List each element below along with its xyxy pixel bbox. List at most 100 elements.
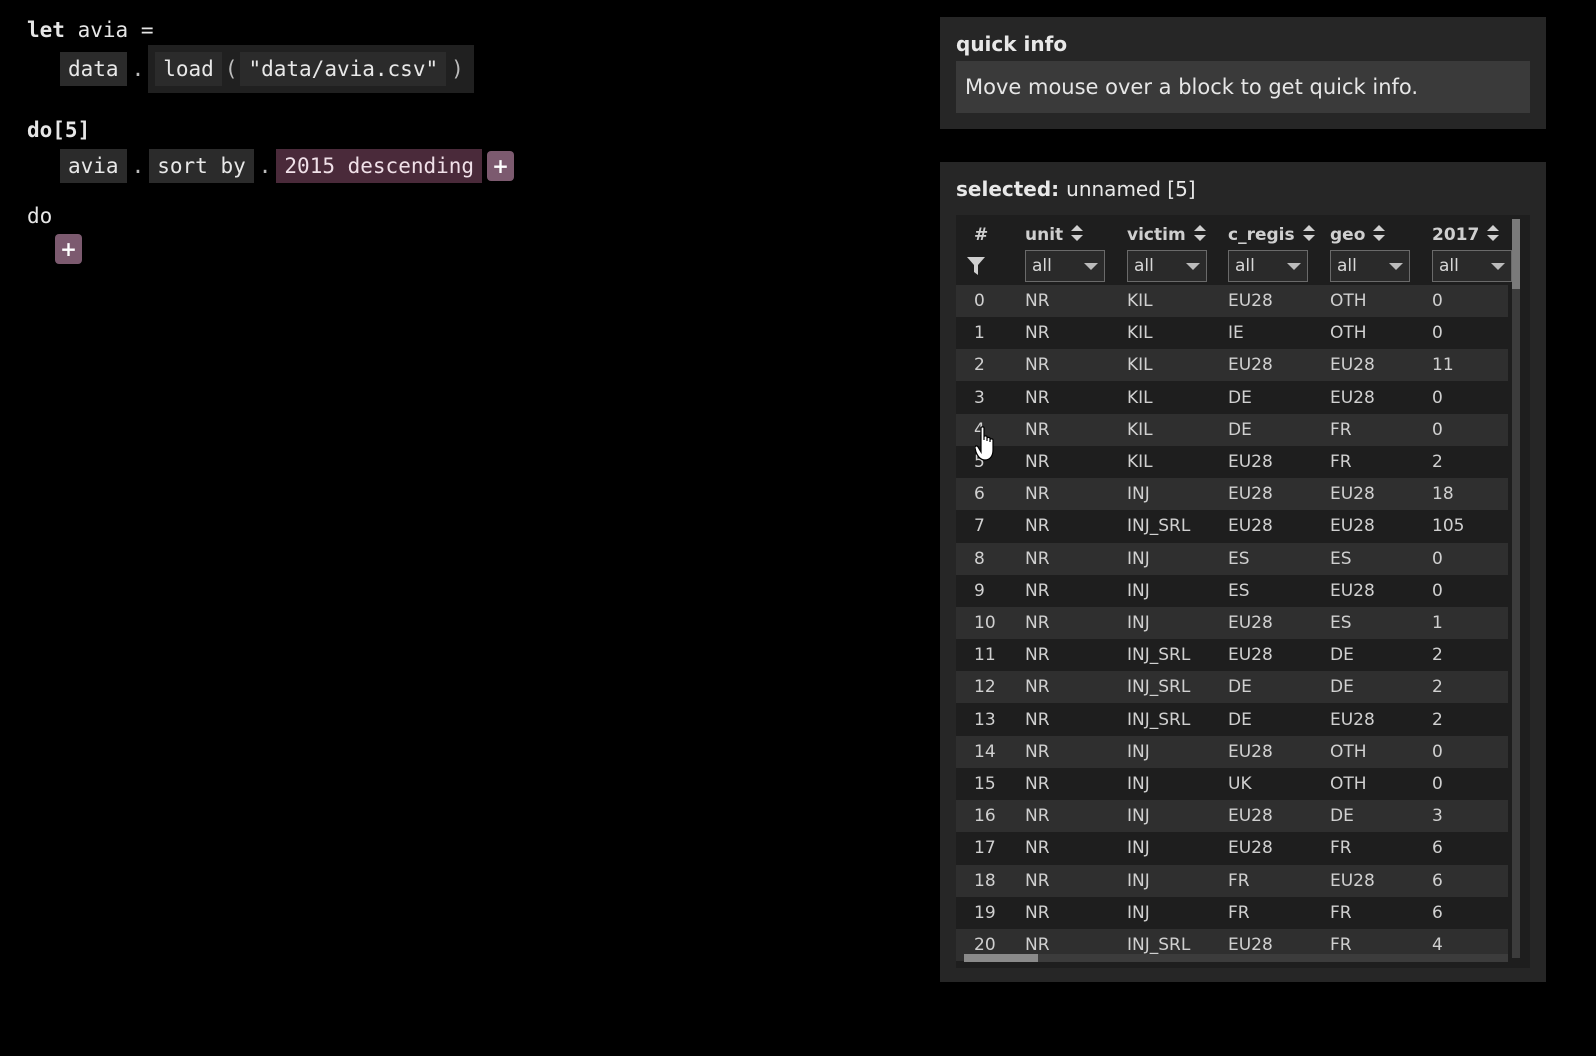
table-row[interactable]: 4 NR KIL DE FR 0 [956,413,1508,446]
table-cell: DE [1228,419,1252,440]
table-cell: INJ_SRL [1127,677,1191,698]
table-cell: EU28 [1228,741,1273,762]
table-cell: EU28 [1228,838,1273,859]
table-cell: NR [1025,419,1050,440]
table-cell: INJ [1127,613,1150,633]
table-row[interactable]: 13 NR INJ_SRL DE EU28 2 [956,703,1508,736]
table-cell: 16 [974,806,996,827]
table-row[interactable]: 7 NR INJ_SRL EU28 EU28 105 [956,510,1508,543]
table-cell: NR [1025,580,1050,601]
table-cell: 0 [1432,419,1443,440]
block-avia[interactable]: avia [60,149,127,183]
table-cell: INJ [1127,580,1150,601]
filter-unit-select[interactable]: all [1025,250,1105,282]
table-cell: 3 [974,387,985,408]
filter-c-regis-select[interactable]: all [1228,250,1308,282]
column-header-unit[interactable]: unit [1025,220,1084,250]
column-header-2017[interactable]: 2017 [1432,220,1500,250]
table-row[interactable]: 6 NR INJ EU28 EU28 18 [956,478,1508,511]
vertical-scrollbar[interactable] [1512,219,1520,958]
filter-2017-select[interactable]: all [1432,250,1512,282]
table-cell: DE [1228,677,1252,698]
table-cell: INJ [1127,741,1150,762]
block-data[interactable]: data [60,52,127,86]
table-cell: NR [1025,548,1050,569]
table-cell: INJ [1127,774,1150,794]
column-header-index: # [974,225,989,245]
table-row[interactable]: 9 NR INJ ES EU28 0 [956,574,1508,607]
table-row[interactable]: 19 NR INJ FR FR 6 [956,896,1508,929]
sort-icon[interactable] [1487,225,1500,241]
table-row[interactable]: 3 NR KIL DE EU28 0 [956,381,1508,414]
table-cell: EU28 [1228,355,1273,376]
table-cell: NR [1025,741,1050,762]
table-row[interactable]: 16 NR INJ EU28 DE 3 [956,800,1508,833]
horizontal-scrollbar-thumb[interactable] [964,954,1038,962]
table-cell: NR [1025,645,1050,666]
chevron-down-icon [1389,263,1403,270]
table-cell: IE [1228,323,1244,344]
table-cell: NR [1025,516,1050,537]
column-header-c-regis[interactable]: c_regis [1228,220,1315,250]
table-cell: 105 [1432,516,1465,537]
table-row[interactable]: 0 NR KIL EU28 OTH 0 [956,285,1508,317]
let-statement: let avia = [27,18,153,42]
table-cell: 2 [1432,709,1443,730]
filter-geo-select[interactable]: all [1330,250,1410,282]
table-cell: EU28 [1228,452,1273,472]
table-cell: 12 [974,677,996,698]
table-cell: 0 [1432,323,1443,344]
table-cell: NR [1025,902,1050,923]
table-row[interactable]: 1 NR KIL IE OTH 0 [956,317,1508,350]
block-2015-descending[interactable]: 2015 descending [276,149,483,183]
table-cell: 2 [974,355,985,376]
table-row[interactable]: 17 NR INJ EU28 FR 6 [956,832,1508,865]
block-load[interactable]: load [155,52,222,86]
sort-icon[interactable] [1373,225,1386,241]
table-cell: ES [1228,548,1250,569]
table-cell: NR [1025,806,1050,827]
table-cell: INJ_SRL [1127,516,1191,537]
table-cell: EU28 [1330,387,1375,408]
table-row[interactable]: 2 NR KIL EU28 EU28 11 [956,349,1508,382]
table-row[interactable]: 5 NR KIL EU28 FR 2 [956,446,1508,478]
table-cell: INJ [1127,902,1150,923]
table-cell: NR [1025,291,1050,311]
table-cell: EU28 [1330,516,1375,537]
dot-separator: . [131,57,145,81]
table-cell: 6 [1432,838,1443,859]
table-cell: 6 [974,484,985,505]
table-row[interactable]: 10 NR INJ EU28 ES 1 [956,607,1508,639]
table-row[interactable]: 18 NR INJ FR EU28 6 [956,864,1508,897]
sort-icon[interactable] [1302,225,1315,241]
add-block-button[interactable]: + [487,151,515,181]
vertical-scrollbar-thumb[interactable] [1512,219,1520,289]
table-cell: DE [1330,677,1354,698]
sort-icon[interactable] [1193,225,1206,241]
add-statement-button[interactable]: + [55,234,82,264]
table-row[interactable]: 15 NR INJ UK OTH 0 [956,768,1508,800]
table-cell: INJ [1127,870,1150,891]
filter-victim-select[interactable]: all [1127,250,1207,282]
quick-info-panel: quick info Move mouse over a block to ge… [940,17,1546,129]
block-filename-string[interactable]: "data/avia.csv" [240,52,447,86]
load-call-group[interactable]: load ( "data/avia.csv" ) [148,45,474,93]
table-cell: NR [1025,838,1050,859]
filter-value: all [1032,256,1052,276]
table-cell: INJ [1127,484,1150,505]
table-cell: 0 [1432,774,1443,794]
table-row[interactable]: 11 NR INJ_SRL EU28 DE 2 [956,639,1508,672]
let-keyword: let [27,18,65,42]
table-cell: KIL [1127,452,1153,472]
table-row[interactable]: 14 NR INJ EU28 OTH 0 [956,735,1508,768]
table-cell: 15 [974,774,996,794]
table-cell: EU28 [1228,291,1273,311]
column-header-geo[interactable]: geo [1330,220,1386,250]
table-row[interactable]: 8 NR INJ ES ES 0 [956,542,1508,575]
sort-icon[interactable] [1071,225,1084,241]
column-header-victim[interactable]: victim [1127,220,1206,250]
horizontal-scrollbar[interactable] [964,954,1508,962]
block-sort-by[interactable]: sort by [149,149,254,183]
table-cell: NR [1025,452,1050,472]
table-row[interactable]: 12 NR INJ_SRL DE DE 2 [956,671,1508,704]
